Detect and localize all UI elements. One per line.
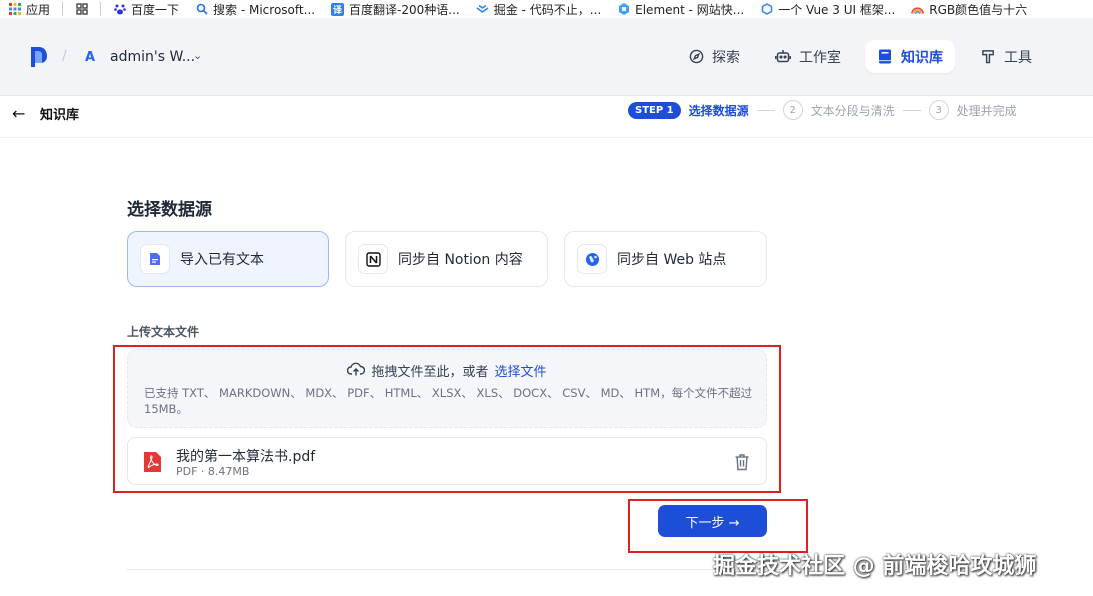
rainbow-icon xyxy=(911,3,925,16)
content-divider xyxy=(127,569,767,570)
bookmark-label: 百度一下 xyxy=(131,2,180,17)
chevron-down-icon[interactable]: ⌄ xyxy=(193,49,202,62)
robot-icon xyxy=(775,49,791,65)
workspace-avatar: A xyxy=(84,49,96,65)
nav-explore[interactable]: 探索 xyxy=(676,40,752,73)
grid-icon xyxy=(75,3,88,16)
nav-tools[interactable]: 工具 xyxy=(968,40,1044,73)
document-icon xyxy=(140,244,170,274)
step-2-badge: 2 xyxy=(782,100,803,120)
bookmark-apps[interactable]: 应用 xyxy=(0,0,58,18)
nav-label: 工具 xyxy=(1004,49,1032,66)
bookmark-rgb[interactable]: RGB颜色值与十六 xyxy=(903,0,1035,18)
nav-label: 探索 xyxy=(712,49,740,66)
source-notion[interactable]: 同步自 Notion 内容 xyxy=(345,231,548,287)
bookmark-label: 百度翻译-200种语... xyxy=(349,2,460,17)
step-connector xyxy=(756,109,775,111)
annotation-box-next xyxy=(628,499,808,553)
app-logo[interactable] xyxy=(30,47,48,67)
hammer-icon xyxy=(980,49,996,65)
section-title: 选择数据源 xyxy=(127,200,212,220)
step-1-label: 选择数据源 xyxy=(688,103,749,118)
breadcrumb-separator: / xyxy=(62,48,67,64)
bookmark-label: 一个 Vue 3 UI 框架... xyxy=(778,2,896,17)
bookmark-label: 搜索 - Microsoft... xyxy=(213,2,316,17)
workspace-name[interactable]: admin's W... xyxy=(110,49,195,65)
source-label: 同步自 Web 站点 xyxy=(617,252,727,268)
step-indicator: STEP 1 选择数据源 2 文本分段与清洗 3 处理并完成 xyxy=(628,100,1017,120)
baidu-paw-icon xyxy=(113,3,126,16)
compass-icon xyxy=(688,49,704,65)
nav-knowledge[interactable]: 知识库 xyxy=(865,40,955,73)
annotation-box-upload xyxy=(113,345,781,493)
translate-icon: 译 xyxy=(331,2,345,16)
bookmark-baidu[interactable]: 百度一下 xyxy=(105,0,187,18)
bookmark-label: 掘金 - 代码不止，... xyxy=(493,2,602,17)
source-label: 同步自 Notion 内容 xyxy=(398,252,523,268)
back-arrow-icon[interactable]: ← xyxy=(12,104,25,123)
upload-section-title: 上传文本文件 xyxy=(127,325,200,339)
bookmark-vue-ui[interactable]: 一个 Vue 3 UI 框架... xyxy=(752,0,903,18)
juejin-icon xyxy=(476,3,489,16)
source-import-text[interactable]: 导入已有文本 xyxy=(127,231,329,287)
nav-label: 知识库 xyxy=(901,49,943,66)
step-1-badge: STEP 1 xyxy=(628,101,681,119)
apps-grid-icon xyxy=(8,3,21,16)
bookmark-label: Element - 网站快... xyxy=(635,2,745,17)
notion-icon xyxy=(358,244,388,274)
step-3-badge: 3 xyxy=(928,100,949,120)
book-icon xyxy=(877,49,893,65)
bookmarks-divider xyxy=(100,2,102,16)
page-subheader: ← 知识库 STEP 1 选择数据源 2 文本分段与清洗 3 处理并完成 xyxy=(0,96,1093,138)
bookmark-search[interactable]: 搜索 - Microsoft... xyxy=(187,0,323,18)
bookmarks-divider xyxy=(62,2,64,16)
bookmark-juejin[interactable]: 掘金 - 代码不止，... xyxy=(468,0,609,18)
page-title: 知识库 xyxy=(40,108,80,123)
bookmark-label: RGB颜色值与十六 xyxy=(929,2,1028,17)
watermark-text: 掘金技术社区 @ 前端梭哈攻城狮 xyxy=(713,554,1037,579)
source-web[interactable]: 同步自 Web 站点 xyxy=(564,231,767,287)
bookmark-element[interactable]: Element - 网站快... xyxy=(609,0,752,18)
web-icon xyxy=(577,244,607,274)
bookmark-translate[interactable]: 译 百度翻译-200种语... xyxy=(323,0,468,18)
nav-label: 工作室 xyxy=(799,49,841,66)
step-connector xyxy=(902,109,921,111)
app-header: / A admin's W... ⌄ 探索 工作室 知识库 工具 xyxy=(0,18,1093,96)
element-icon xyxy=(617,3,630,16)
step-2-label: 文本分段与清洗 xyxy=(810,103,895,118)
bookmark-label: 应用 xyxy=(26,2,51,17)
source-label: 导入已有文本 xyxy=(180,252,264,268)
step-3-label: 处理并完成 xyxy=(956,103,1017,118)
bookmarks-bar: 应用 百度一下 搜索 - Microsoft... 译 百度翻译-200种语..… xyxy=(0,0,1093,18)
hexagon-icon xyxy=(760,3,773,16)
bookmark-grid[interactable] xyxy=(67,0,96,18)
search-icon xyxy=(195,3,208,16)
nav-studio[interactable]: 工作室 xyxy=(763,40,853,73)
